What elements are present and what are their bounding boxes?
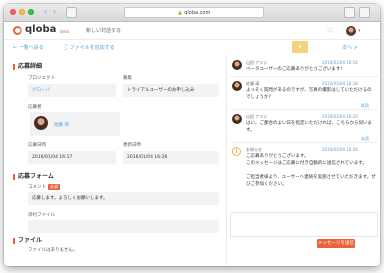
sidebar-toggle-icon[interactable]	[66, 7, 77, 18]
send-message-button[interactable]: メッセージを送信	[317, 239, 355, 248]
forward-arrow-icon[interactable]: ›	[53, 7, 56, 16]
updated-at-label: 更新日時	[123, 143, 141, 148]
no-files-text: ファイルはありません。	[28, 248, 78, 253]
maximize-window-button[interactable]	[28, 9, 34, 15]
message-author: 山田 ナツジ	[246, 60, 268, 65]
message-text: ベータユーザーのご応募ありがとうございます！	[246, 67, 345, 72]
applicant-label: 応募者	[28, 105, 42, 110]
updated-at-value: 2016/01/04 16:26	[123, 151, 219, 164]
browser-titlebar: ‹ › 🔒 qloba.com	[4, 4, 380, 22]
message-text: ご担当者様より、ユーザーへ連絡を実施させていただきます。ぜひご参加ください。	[246, 175, 376, 187]
message-time: 2016/01/04 16:18	[322, 81, 358, 86]
logo-text[interactable]: qloba	[25, 24, 56, 35]
add-file-link[interactable]: 🗋 ファイルを追加する	[64, 44, 115, 53]
divider	[230, 76, 378, 77]
message-text: このメッセージはご応募に付き自動的に送信されています。	[246, 161, 367, 166]
applicant-card[interactable]: 佐藤 瑛	[30, 112, 120, 136]
recruit-label: 募集	[123, 76, 132, 81]
address-bar[interactable]: 🔒 qloba.com	[124, 7, 264, 18]
back-arrow-icon[interactable]: ‹	[44, 7, 47, 16]
app-header: qloba beta 新しい対話する ♡ ▾	[4, 22, 380, 40]
tabs-icon[interactable]	[359, 7, 370, 18]
detail-section-title: 応募詳細	[13, 64, 42, 70]
avatar	[232, 60, 242, 70]
toolbar: ← 一覧へ戻る 🗋 ファイルを追加する ★ 次へ >	[4, 40, 380, 54]
message-time: 2016/01/04 16:20	[322, 114, 358, 119]
project-value[interactable]: グローバ	[28, 84, 116, 97]
next-link[interactable]: 次へ >	[342, 44, 358, 51]
form-section-title: 応募フォーム	[13, 174, 54, 180]
message-time: 2016/01/04 16:26	[322, 147, 358, 152]
user-avatar[interactable]	[346, 26, 356, 36]
comment-label: コメント	[28, 185, 46, 190]
back-to-list-link[interactable]: ← 一覧へ戻る	[13, 44, 44, 51]
message-text: よっそく質問があるのですが、写真の撮影はしていただけるのでしょうか？	[246, 88, 372, 100]
avatar	[232, 114, 242, 124]
applied-at-value: 2016/01/04 16:17	[28, 151, 116, 164]
url-text: qloba.com	[184, 10, 211, 16]
divider	[230, 142, 378, 143]
divider	[230, 109, 378, 110]
required-badge: 必須	[48, 184, 60, 190]
files-section-title: ファイル	[13, 238, 42, 244]
project-label: プロジェクト	[28, 76, 55, 81]
message-input[interactable]	[230, 212, 378, 237]
message-author: 佐藤 瑛	[246, 81, 260, 86]
applicant-name[interactable]: 佐藤 瑛	[54, 122, 69, 128]
comment-value: 応募します。よろしくお願いします。	[28, 192, 219, 205]
beta-label: beta	[60, 29, 70, 34]
share-icon[interactable]	[344, 7, 355, 18]
recruit-value: トライアルユーザーのお申し込み	[123, 84, 219, 97]
applicant-avatar	[34, 116, 48, 130]
lock-icon: 🔒	[177, 10, 183, 15]
chat-pane: 山田 ナツジ 2016/01/04 16:18 ベータユーザーのご応募ありがとう…	[226, 54, 380, 266]
attachment-box	[28, 220, 219, 233]
application-detail-pane: 応募詳細 プロジェクト グローバ 募集 トライアルユーザーのお申し込み 応募者 …	[4, 56, 226, 266]
message-time: 2016/01/04 16:18	[322, 60, 358, 65]
bell-icon[interactable]: ♡	[326, 27, 334, 35]
star-button[interactable]: ★	[292, 41, 308, 53]
message-author: お知らせ	[246, 147, 262, 152]
applied-at-label: 応募日時	[28, 143, 46, 148]
message-text: ご応募ありがとうございます。	[246, 154, 309, 159]
info-icon: !	[232, 147, 241, 156]
qloba-logo-icon[interactable]	[13, 26, 22, 35]
close-window-button[interactable]	[10, 9, 16, 15]
message-author: 山田 ナツジ	[246, 114, 268, 119]
browser-window: ‹ › 🔒 qloba.com qloba beta 新しい対話する ♡ ▾ ←…	[4, 4, 380, 266]
message-text: はい。ご都合のよい日を指定いただければ、こちらから伺います。	[246, 121, 372, 133]
page-title: 新しい対話する	[86, 28, 122, 34]
attachment-label: 添付ファイル	[28, 213, 55, 218]
chevron-down-icon[interactable]: ▾	[358, 28, 361, 34]
minimize-window-button[interactable]	[19, 9, 25, 15]
avatar	[232, 81, 242, 91]
